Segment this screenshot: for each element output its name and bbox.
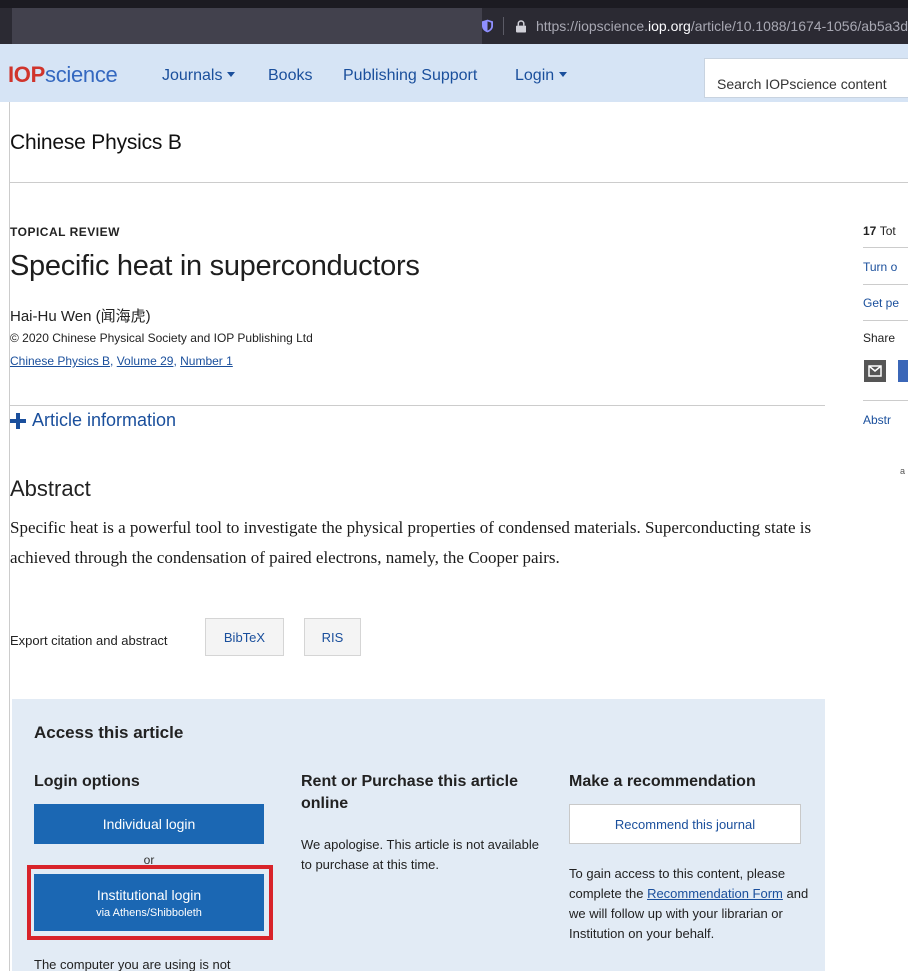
article-type: TOPICAL REVIEW	[10, 225, 120, 239]
volume-link[interactable]: Volume 29	[117, 354, 174, 368]
tracking-protection-shield-icon[interactable]	[481, 19, 493, 33]
journal-title[interactable]: Chinese Physics B	[10, 131, 182, 155]
copyright-notice: © 2020 Chinese Physical Society and IOP …	[10, 331, 313, 345]
rent-purchase-text: We apologise. This article is not availa…	[301, 837, 539, 872]
access-heading: Access this article	[34, 723, 184, 742]
search-input[interactable]	[704, 58, 908, 98]
turn-on-mathjax-link[interactable]: Turn o	[863, 260, 897, 274]
nav-login[interactable]: Login	[515, 67, 568, 85]
journal-breadcrumb: Chinese Physics B, Volume 29, Number 1	[10, 354, 233, 368]
recommendation-heading: Make a recommendation	[569, 773, 756, 790]
iopscience-logo[interactable]: IOPscience	[8, 64, 118, 86]
divider	[863, 400, 908, 401]
login-options-heading: Login options	[34, 773, 140, 790]
article-author: Hai-Hu Wen (闻海虎)	[10, 308, 151, 325]
abstract-heading: Abstract	[10, 476, 91, 501]
share-label: Share	[863, 331, 896, 345]
get-permission-link[interactable]: Get pe	[863, 296, 899, 310]
number-link[interactable]: Number 1	[180, 354, 233, 368]
article-title: Specific heat in superconductors	[10, 250, 420, 282]
site-header: IOPscience Journals Books Publishing Sup…	[0, 44, 908, 102]
chevron-down-icon	[227, 72, 236, 77]
bibtex-button[interactable]: BibTeX	[205, 618, 284, 656]
plus-icon	[10, 412, 26, 429]
divider	[10, 405, 825, 406]
chevron-down-icon	[559, 72, 568, 77]
institutional-login-button[interactable]: Institutional login via Athens/Shibbolet…	[34, 874, 264, 931]
nav-journals[interactable]: Journals	[162, 67, 236, 85]
facebook-share-icon[interactable]	[898, 360, 908, 382]
total-downloads: 17 Tot	[863, 224, 896, 238]
recommendation-form-link[interactable]: Recommendation Form	[647, 886, 783, 901]
address-field[interactable]	[12, 8, 482, 44]
url-bar-separator	[502, 17, 504, 35]
email-share-icon[interactable]	[864, 360, 886, 382]
url-text[interactable]: https://iopscience.iop.org/article/10.10…	[536, 18, 908, 34]
browser-url-bar: https://iopscience.iop.org/article/10.10…	[0, 0, 908, 44]
lock-icon[interactable]	[515, 19, 526, 33]
divider	[863, 247, 908, 248]
divider	[863, 284, 908, 285]
nav-books[interactable]: Books	[268, 67, 312, 85]
access-panel: Access this article Login options Indivi…	[12, 699, 825, 971]
divider	[10, 182, 908, 183]
login-note: The computer you are using is not	[34, 957, 231, 971]
article-information-toggle[interactable]: Article information	[10, 410, 176, 431]
recommend-journal-button[interactable]: Recommend this journal	[569, 804, 801, 844]
export-label: Export citation and abstract	[10, 633, 168, 648]
journal-link[interactable]: Chinese Physics B	[10, 354, 110, 368]
recommendation-text: To gain access to this content, please c…	[569, 866, 809, 941]
divider	[863, 320, 908, 321]
sidebar-abstract-link[interactable]: Abstr	[863, 413, 891, 427]
sidebar-fragment: a	[900, 466, 906, 476]
ris-button[interactable]: RIS	[304, 618, 361, 656]
nav-publishing-support[interactable]: Publishing Support	[343, 67, 477, 85]
abstract-text: Specific heat is a powerful tool to inve…	[10, 518, 812, 567]
individual-login-button[interactable]: Individual login	[34, 804, 264, 844]
rent-purchase-heading: Rent or Purchase this article online	[301, 773, 518, 812]
